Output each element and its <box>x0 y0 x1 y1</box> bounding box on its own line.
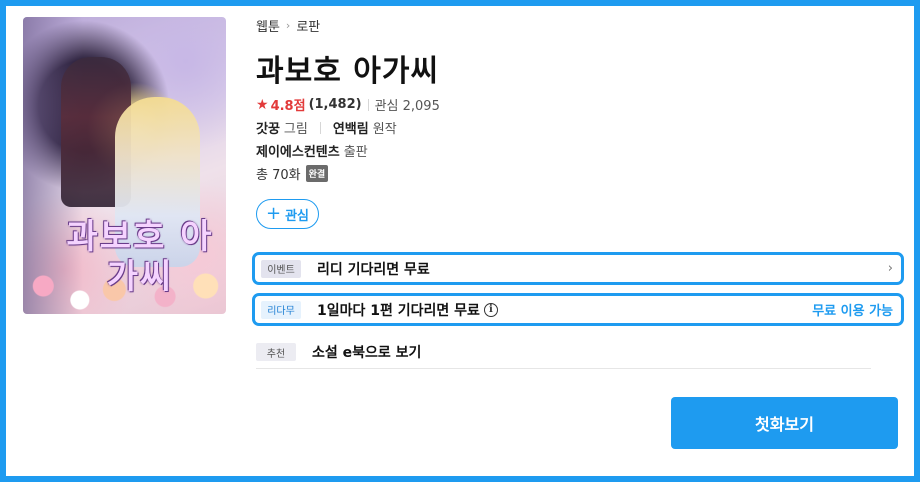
breadcrumb-category[interactable]: 웹툰 <box>256 16 280 35</box>
rating-count[interactable]: (1,482) <box>309 97 362 112</box>
info-icon[interactable]: i <box>483 302 498 317</box>
publisher-name[interactable]: 제이에스컨텐츠 <box>256 141 340 160</box>
promo-text[interactable]: 소설 e북으로 보기 <box>312 342 421 362</box>
promo-tag-recommend: 추천 <box>256 343 296 361</box>
rating-row: ★ 4.8점 (1,482) 관심 2,095 <box>256 95 440 115</box>
add-interest-label: 관심 <box>285 208 309 224</box>
promo-text: 리디 기다리면 무료 <box>317 261 430 278</box>
publisher-role: 출판 <box>343 145 368 160</box>
promo-text: 1일마다 1편 기다리면 무료 <box>317 302 480 319</box>
illustrator-name[interactable]: 갓꿍 <box>256 118 280 137</box>
book-title: 과보호 아가씨 <box>256 54 440 89</box>
author-role: 원작 <box>372 122 397 137</box>
book-detail-panel: 과보호 아가씨 웹툰 › 로판 과보호 아가씨 ★ 4.8점 (1,482) 관… <box>6 6 914 476</box>
illustrator-role: 그림 <box>283 122 308 137</box>
status-badge: 완결 <box>305 165 329 182</box>
chevron-right-icon: › <box>285 19 291 32</box>
promo-tag-ridamu: 리다무 <box>261 300 301 319</box>
divider <box>367 98 369 111</box>
promo-wait-free-row[interactable]: 리다무 1일마다 1편 기다리면 무료 i 무료 이용 가능 <box>252 293 904 326</box>
add-interest-button[interactable]: + 관심 <box>256 199 319 229</box>
breadcrumb-genre[interactable]: 로판 <box>296 16 320 35</box>
episode-count: 총 70화 <box>256 168 301 183</box>
author-name[interactable]: 연백림 <box>333 118 369 137</box>
book-cover-image[interactable]: 과보호 아가씨 <box>23 17 226 314</box>
promo-text-wrap: 1일마다 1편 기다리면 무료 i <box>317 300 498 320</box>
promo-event-row[interactable]: 이벤트 리디 기다리면 무료 › <box>252 252 904 285</box>
breadcrumb: 웹툰 › 로판 <box>256 16 320 35</box>
interest-count: 관심 2,095 <box>374 99 440 114</box>
episodes-row: 총 70화 완결 <box>256 164 329 183</box>
star-icon: ★ <box>256 96 269 113</box>
chevron-right-icon: › <box>887 261 893 276</box>
promo-recommend-row[interactable]: 추천 소설 e북으로 보기 <box>256 336 871 369</box>
divider <box>319 121 321 134</box>
publisher-row: 제이에스컨텐츠 출판 <box>256 141 368 160</box>
creators-row: 갓꿍 그림 연백림 원작 <box>256 118 397 137</box>
rating-score: 4.8점 <box>270 99 306 114</box>
free-available-label: 무료 이용 가능 <box>812 304 893 319</box>
plus-icon: + <box>265 203 282 224</box>
promo-tag-event: 이벤트 <box>261 259 301 278</box>
cover-title-logo: 과보호 아가씨 <box>66 217 214 297</box>
read-first-episode-button[interactable]: 첫화보기 <box>671 397 898 449</box>
